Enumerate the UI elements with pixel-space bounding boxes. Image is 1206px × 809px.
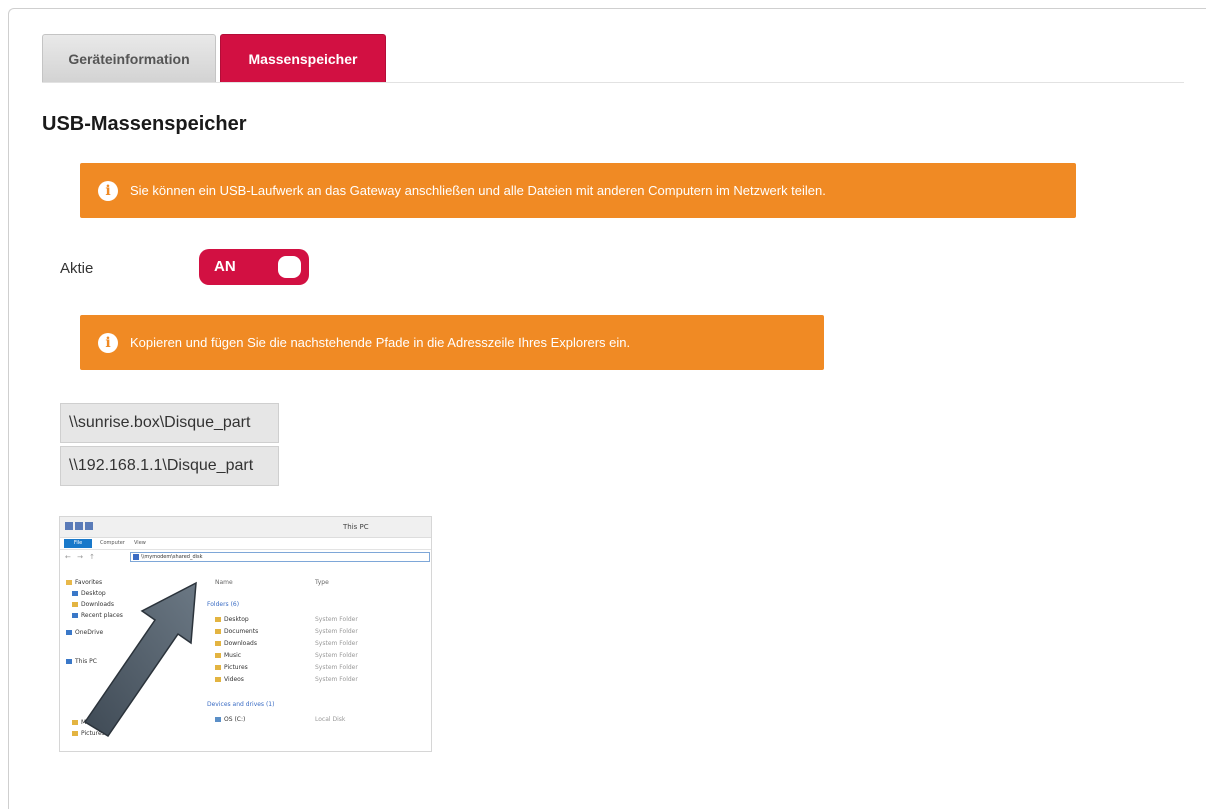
- toggle-label: AN: [214, 258, 236, 275]
- tab-mass-storage[interactable]: Massenspeicher: [220, 34, 386, 82]
- explorer-screenshot: This PC File Computer View ← → ↑ \\mymod…: [59, 516, 432, 752]
- info-icon: i: [98, 332, 118, 353]
- info-alert-text: Kopieren und fügen Sie die nachstehende …: [130, 335, 631, 350]
- info-alert-paths: i Kopieren und fügen Sie die nachstehend…: [80, 315, 824, 370]
- info-alert-usb: i Sie können ein USB-Laufwerk an das Gat…: [80, 163, 1076, 218]
- toggle-knob[interactable]: [278, 256, 301, 278]
- network-path-hostname[interactable]: \\sunrise.box\Disque_part: [60, 403, 279, 443]
- network-path-ip[interactable]: \\192.168.1.1\Disque_part: [60, 446, 279, 486]
- usb-share-toggle[interactable]: AN: [199, 249, 309, 285]
- active-label: Aktie: [60, 260, 94, 277]
- pointer-arrow: [83, 581, 197, 738]
- page-title: USB-Massenspeicher: [42, 113, 247, 135]
- tab-device-info[interactable]: Geräteinformation: [42, 34, 216, 82]
- info-icon: i: [98, 180, 118, 201]
- info-alert-text: Sie können ein USB-Laufwerk an das Gatew…: [130, 183, 826, 198]
- tab-bar: Geräteinformation Massenspeicher: [42, 34, 1184, 83]
